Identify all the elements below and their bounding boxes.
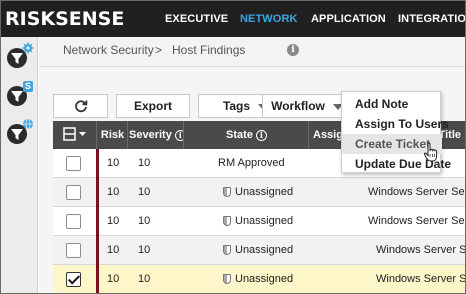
severity-cell: 10 (138, 186, 151, 198)
export-button[interactable]: Export (116, 94, 190, 118)
breadcrumb: Network Security > Host Findings i (39, 37, 465, 67)
gear-funnel-icon[interactable] (4, 41, 34, 71)
severity-cell: 10 (138, 157, 151, 169)
risk-cell: 10 (107, 273, 120, 285)
state-cell: RM Approved (218, 157, 285, 169)
refresh-button[interactable] (53, 94, 108, 118)
state-text: Unassigned (235, 244, 294, 256)
risksense-logo[interactable]: RISKSENSE (5, 8, 135, 30)
sidebar-badge-letter: S (25, 81, 32, 91)
risk-indicator-bar (96, 236, 99, 265)
table-row[interactable]: 10 10 Unassigned Windows Server S (53, 265, 466, 293)
menu-item-assign-to-users[interactable]: Assign To Users (342, 114, 449, 134)
list-select-icon (62, 127, 86, 141)
shield-icon (223, 245, 231, 256)
severity-cell: 10 (138, 273, 151, 285)
info-icon[interactable]: i (287, 44, 299, 56)
select-all-header[interactable] (53, 121, 97, 149)
left-sidebar: S (1, 37, 38, 293)
row-checkbox[interactable] (66, 156, 81, 171)
risk-indicator-bar (96, 207, 99, 236)
shield-icon (223, 274, 231, 285)
state-cell: Unassigned (223, 178, 293, 207)
breadcrumb-current: Host Findings (172, 43, 246, 57)
risk-cell: 10 (107, 215, 120, 227)
info-icon: i (174, 129, 183, 141)
state-cell: Unassigned (223, 207, 293, 236)
column-state-label: State (226, 129, 253, 141)
workflow-label: Workflow (271, 99, 325, 113)
table-row[interactable]: 10 10 Unassigned Windows Server S (53, 236, 466, 265)
risk-cell: 10 (107, 157, 120, 169)
globe-funnel-icon[interactable] (4, 117, 34, 147)
state-text: Unassigned (235, 186, 294, 198)
risk-indicator-bar (96, 265, 99, 293)
title-cell: Windows Server Serv (368, 186, 466, 198)
column-state[interactable]: State i (185, 121, 309, 149)
state-cell: Unassigned (223, 265, 294, 293)
risk-cell: 10 (107, 186, 120, 198)
hand-pointer-cursor-icon (423, 142, 438, 162)
workflow-dropdown[interactable]: Workflow (262, 94, 352, 118)
title-cell: Windows Server Serv (368, 215, 466, 227)
info-icon: i (255, 129, 267, 141)
refresh-icon (74, 100, 87, 112)
column-risk[interactable]: Risk (98, 121, 128, 149)
title-cell: Windows Server S (376, 244, 466, 256)
state-cell: Unassigned (223, 236, 293, 265)
state-text: Unassigned (235, 215, 294, 227)
row-checkbox[interactable] (66, 185, 81, 200)
nav-network[interactable]: NETWORK (240, 1, 298, 37)
table-row[interactable]: 10 10 Unassigned Windows Server Serv (53, 178, 466, 207)
column-severity-label: Severity (129, 129, 172, 141)
row-checkbox[interactable] (66, 214, 81, 229)
title-cell: Windows Server S (376, 273, 466, 285)
dollar-funnel-icon[interactable]: S (4, 79, 34, 109)
nav-application[interactable]: APPLICATION (311, 1, 386, 37)
tags-label: Tags (222, 99, 251, 113)
nav-executive[interactable]: EXECUTIVE (165, 1, 228, 37)
menu-item-add-note[interactable]: Add Note (342, 94, 442, 114)
risk-indicator-bar (96, 178, 99, 207)
column-severity[interactable]: Severity i (129, 121, 184, 149)
top-navigation-bar: RISKSENSE EXECUTIVE NETWORK APPLICATION … (1, 1, 465, 37)
shield-icon (223, 216, 231, 227)
breadcrumb-parent[interactable]: Network Security (63, 37, 154, 63)
row-checkbox-checked[interactable] (66, 272, 81, 287)
severity-cell: 10 (138, 215, 151, 227)
app-window: RISKSENSE EXECUTIVE NETWORK APPLICATION … (0, 0, 466, 294)
shield-icon (223, 187, 231, 198)
state-text: Unassigned (235, 273, 294, 285)
risk-indicator-bar (96, 149, 99, 178)
table-row[interactable]: 10 10 Unassigned Windows Server Serv (53, 207, 466, 236)
risk-cell: 10 (107, 244, 120, 256)
nav-integrations[interactable]: INTEGRATIONS (398, 1, 465, 37)
severity-cell: 10 (138, 244, 151, 256)
breadcrumb-separator: > (155, 43, 163, 57)
logo-text: RISKSENSE (5, 8, 125, 30)
row-checkbox[interactable] (66, 243, 81, 258)
